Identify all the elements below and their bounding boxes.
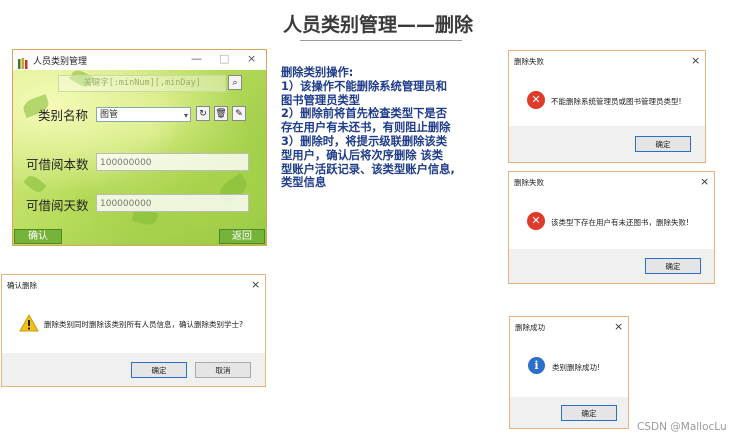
back-button[interactable]: 返回 xyxy=(219,229,265,244)
dialog-close-button[interactable]: × xyxy=(614,320,623,333)
cancel-button[interactable]: 取消 xyxy=(195,362,251,378)
minimize-button[interactable]: — xyxy=(191,52,202,65)
dialog-close-button[interactable]: × xyxy=(691,54,700,67)
dialog-footer: 确定 xyxy=(510,397,628,428)
refresh-icon: ↻ xyxy=(199,109,207,119)
search-button[interactable]: ⌕ xyxy=(228,75,242,90)
category-name-label: 类别名称 xyxy=(38,108,89,123)
ok-button[interactable]: 确定 xyxy=(635,136,691,152)
max-days-label: 可借阅天数 xyxy=(26,198,89,213)
dialog-title: 确认删除 xyxy=(7,281,37,290)
category-select[interactable]: 图管 ▾ xyxy=(96,107,191,122)
delete-success-dialog: 删除成功 × i 类别删除成功! 确定 xyxy=(509,316,629,429)
delete-button[interactable]: 🗑 xyxy=(214,106,228,121)
ok-button[interactable]: 确定 xyxy=(561,405,617,421)
dialog-message: 类别删除成功! xyxy=(552,363,601,372)
dialog-close-button[interactable]: × xyxy=(251,278,260,291)
max-books-label: 可借阅本数 xyxy=(26,157,89,172)
title-underline xyxy=(300,40,462,41)
error-icon: ✕ xyxy=(527,91,545,109)
info-icon: i xyxy=(528,357,545,374)
max-days-field[interactable]: 100000000 xyxy=(96,194,249,212)
chevron-down-icon: ▾ xyxy=(183,111,188,120)
description-line: 类型信息 xyxy=(281,176,327,190)
delete-operation-description: 删除类别操作: 1）该操作不能删除系统管理员和 图书管理员类型 2）删除前将首先… xyxy=(281,66,491,190)
ok-button[interactable]: 确定 xyxy=(645,258,701,274)
dialog-close-button[interactable]: × xyxy=(700,175,709,188)
dialog-title: 删除成功 xyxy=(515,323,545,332)
description-line: 3）删除时，将提示级联删除该类 xyxy=(281,134,448,148)
close-button[interactable]: × xyxy=(247,52,256,65)
delete-failed-dialog-books: 删除失败 × ✕ 该类型下存在用户有未还图书，删除失败! 确定 xyxy=(508,171,715,284)
refresh-button[interactable]: ↻ xyxy=(196,106,210,121)
description-line: 图书管理员类型 xyxy=(281,93,361,107)
page-title: 人员类别管理——删除 xyxy=(282,14,473,36)
delete-failed-dialog-admin: 删除失败 × ✕ 不能删除系统管理员或图书管理员类型! 确定 xyxy=(508,50,706,163)
maximize-button[interactable]: □ xyxy=(219,52,229,65)
description-line: 删除类别操作: xyxy=(281,66,354,79)
watermark: CSDN @MallocLu xyxy=(637,421,727,433)
error-icon: ✕ xyxy=(527,212,545,230)
description-line: 存在用户有未还书，有则阻止删除 xyxy=(281,121,451,135)
trash-icon: 🗑 xyxy=(215,109,227,119)
dialog-footer: 确定 取消 xyxy=(2,353,265,386)
confirm-delete-dialog: 确认删除 × 删除类别同时删除该类别所有人员信息，确认删除类别学士? 确定 取消 xyxy=(1,274,266,387)
description-line: 1）该操作不能删除系统管理员和 xyxy=(281,79,448,93)
edit-button[interactable]: ✎ xyxy=(232,106,246,121)
app-titlebar: 人员类别管理 — □ × xyxy=(13,50,266,70)
confirm-button[interactable]: 确认 xyxy=(14,229,62,244)
app-body: 关键字[:minNum][,minDay] ⌕ 类别名称 图管 ▾ ↻ 🗑 ✎ … xyxy=(13,67,266,245)
leaf-decoration xyxy=(23,172,47,196)
search-icon: ⌕ xyxy=(232,78,238,88)
ok-button[interactable]: 确定 xyxy=(131,362,187,378)
description-line: 型账户活跃记录、该类型账户信息, xyxy=(281,162,455,176)
dialog-footer: 确定 xyxy=(509,126,705,162)
max-books-field[interactable]: 100000000 xyxy=(96,153,249,171)
dialog-message: 删除类别同时删除该类别所有人员信息，确认删除类别学士? xyxy=(44,320,243,329)
description-line: 型用户，确认后将次序删除 该类 xyxy=(281,148,444,162)
dialog-title: 删除失败 xyxy=(514,57,544,66)
description-line: 2）删除前将首先检查类型下是否 xyxy=(281,107,448,121)
dialog-message: 不能删除系统管理员或图书管理员类型! xyxy=(551,97,682,106)
app-logo-icon xyxy=(18,54,28,69)
dialog-title: 删除失败 xyxy=(514,178,544,187)
warning-icon xyxy=(19,313,39,332)
pencil-icon: ✎ xyxy=(235,109,243,119)
app-window-title: 人员类别管理 xyxy=(33,57,88,67)
category-select-value: 图管 xyxy=(100,110,119,120)
dialog-footer: 确定 xyxy=(509,249,714,283)
dialog-message: 该类型下存在用户有未还图书，删除失败! xyxy=(551,218,690,227)
category-manager-window: 人员类别管理 — □ × 关键字[:minNum][,minDay] ⌕ 类别名… xyxy=(12,49,267,246)
keyword-search-input[interactable]: 关键字[:minNum][,minDay] xyxy=(58,75,226,92)
